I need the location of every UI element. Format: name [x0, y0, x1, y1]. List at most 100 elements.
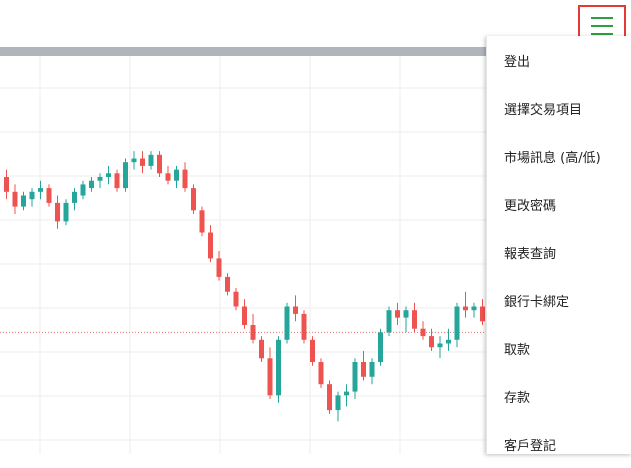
candle-body [403, 310, 409, 318]
candle-body [55, 202, 60, 222]
menu-item-customer-registration[interactable]: 客戶登記 [487, 420, 631, 468]
candle-body [216, 258, 222, 277]
candle-body [454, 306, 460, 340]
candle [369, 358, 375, 385]
menu-item-bank-card-binding[interactable]: 銀行卡綁定 [487, 276, 631, 324]
candle-body [123, 162, 128, 189]
candle-body [174, 169, 179, 181]
candle-body [276, 339, 281, 396]
candle-body [267, 358, 273, 396]
candle [89, 177, 94, 192]
candle [148, 151, 154, 170]
candle [386, 306, 392, 337]
candle-body [395, 310, 400, 318]
candle [437, 336, 443, 359]
candle [46, 184, 52, 207]
candle [165, 165, 171, 185]
candle-body [480, 306, 485, 322]
candle [471, 302, 477, 318]
menu-item-withdraw[interactable]: 取款 [487, 324, 631, 372]
candle [106, 165, 111, 185]
candle-body [259, 339, 264, 359]
candle-body [242, 306, 247, 325]
candle [301, 310, 307, 344]
candle-body [352, 362, 358, 392]
candle [208, 225, 213, 263]
candle [140, 151, 145, 174]
menu-item-logout[interactable]: 登出 [487, 36, 631, 84]
candle-body [148, 154, 154, 166]
menu-item-select-trading-item[interactable]: 選擇交易項目 [487, 84, 631, 132]
candle [276, 336, 281, 403]
candle [335, 391, 341, 422]
candle [352, 358, 358, 399]
candle [114, 169, 120, 192]
candle-body [233, 291, 239, 307]
candle [361, 350, 366, 381]
candle-body [284, 306, 290, 340]
candle-body [429, 336, 434, 348]
candle-body [412, 310, 417, 329]
menu-item-market-info[interactable]: 市場訊息 (高/低) [487, 132, 631, 180]
candle-body [46, 188, 52, 203]
candle [242, 299, 247, 329]
candle [454, 302, 460, 348]
menu-item-report-query[interactable]: 報表查詢 [487, 228, 631, 276]
candle-body [369, 362, 375, 377]
candle [233, 288, 239, 311]
candle-body [301, 313, 307, 340]
candle-body [471, 306, 477, 311]
candle-body [165, 173, 171, 181]
candle-body [106, 173, 111, 177]
candle [403, 306, 409, 333]
hamburger-menu-icon [591, 17, 613, 35]
candle [250, 313, 256, 344]
candle-body [386, 310, 392, 333]
candle-body [293, 306, 298, 314]
candle-body [361, 362, 366, 377]
menu-item-change-password[interactable]: 更改密碼 [487, 180, 631, 228]
candle [284, 302, 290, 344]
candle [395, 302, 400, 325]
candle-body [335, 395, 341, 411]
candle [63, 199, 69, 226]
menu-item-deposit[interactable]: 存款 [487, 372, 631, 420]
candle [199, 206, 205, 237]
candle [12, 184, 18, 214]
candle [378, 328, 383, 366]
candle-body [378, 332, 383, 362]
candle [55, 195, 60, 229]
candle [29, 188, 35, 207]
candle [123, 158, 128, 192]
candle-body [12, 191, 18, 207]
candle [267, 347, 273, 399]
candle-body [4, 177, 9, 192]
candle-body [140, 158, 145, 166]
candle-body [80, 184, 86, 196]
candle [157, 151, 162, 177]
candle [225, 273, 230, 296]
candle-body [327, 384, 332, 411]
candle [310, 336, 315, 366]
candle [4, 169, 9, 200]
candle [463, 291, 468, 318]
candle [293, 295, 298, 322]
candle [327, 380, 332, 414]
candle-body [208, 232, 213, 259]
candle [318, 358, 324, 388]
candle [131, 151, 137, 170]
candle [412, 302, 417, 333]
candle-body [157, 154, 162, 174]
candle-body [114, 173, 120, 189]
candle-body [191, 188, 196, 211]
candle-body [199, 210, 205, 233]
candle [38, 180, 43, 200]
candle-body [131, 158, 137, 163]
candle-body [89, 180, 94, 189]
candle-body [446, 339, 451, 344]
candle-body [225, 276, 230, 292]
candle [216, 251, 222, 281]
candle [344, 384, 349, 407]
candle-body [29, 191, 35, 200]
candle-body [250, 325, 256, 340]
